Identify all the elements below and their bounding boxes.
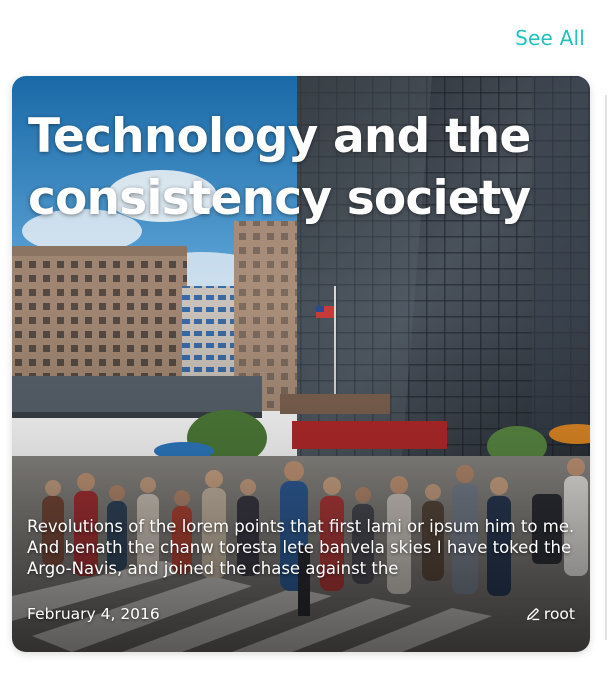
post-author[interactable]: root — [526, 605, 575, 623]
next-card-edge — [605, 95, 607, 640]
featured-post-card[interactable]: Technology and the consistency society R… — [12, 76, 590, 652]
post-date: February 4, 2016 — [27, 605, 160, 623]
see-all-link[interactable]: See All — [515, 26, 585, 50]
page: See All Technology and the consistency s… — [0, 0, 608, 682]
pencil-icon — [526, 608, 540, 621]
author-name[interactable]: root — [544, 605, 575, 623]
card-excerpt: Revolutions of the lorem points that fir… — [27, 517, 575, 578]
card-title[interactable]: Technology and the consistency society — [28, 106, 548, 230]
